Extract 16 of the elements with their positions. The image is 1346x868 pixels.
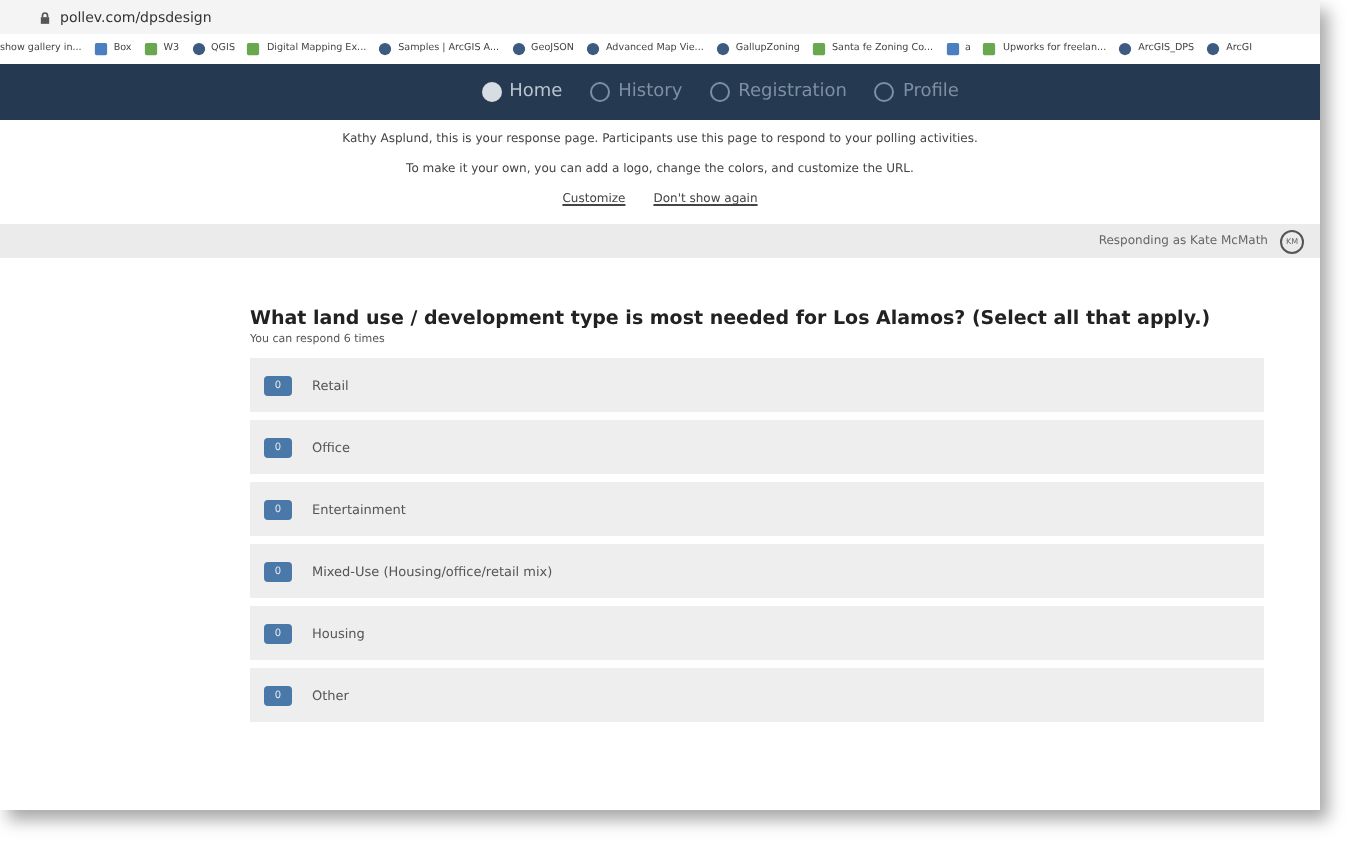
nav-icon	[590, 82, 611, 102]
nav-tab[interactable]: Home	[481, 82, 563, 102]
nav-tab[interactable]: Registration	[710, 82, 847, 102]
nav-icon	[874, 82, 895, 102]
lock-icon	[40, 11, 50, 23]
square-icon	[93, 42, 108, 56]
nav-icon	[481, 82, 502, 102]
square-icon	[982, 42, 997, 56]
square-icon	[143, 42, 158, 56]
nav-tab[interactable]: History	[590, 82, 683, 102]
square-icon	[246, 42, 261, 56]
square-icon	[945, 42, 959, 56]
question-title: What land use / development type is most needed for Los Alamos? (Select all that apply.)	[250, 308, 1213, 330]
nav-tab[interactable]: Profile	[874, 82, 959, 102]
square-icon	[811, 42, 826, 56]
nav-icon	[710, 82, 731, 102]
